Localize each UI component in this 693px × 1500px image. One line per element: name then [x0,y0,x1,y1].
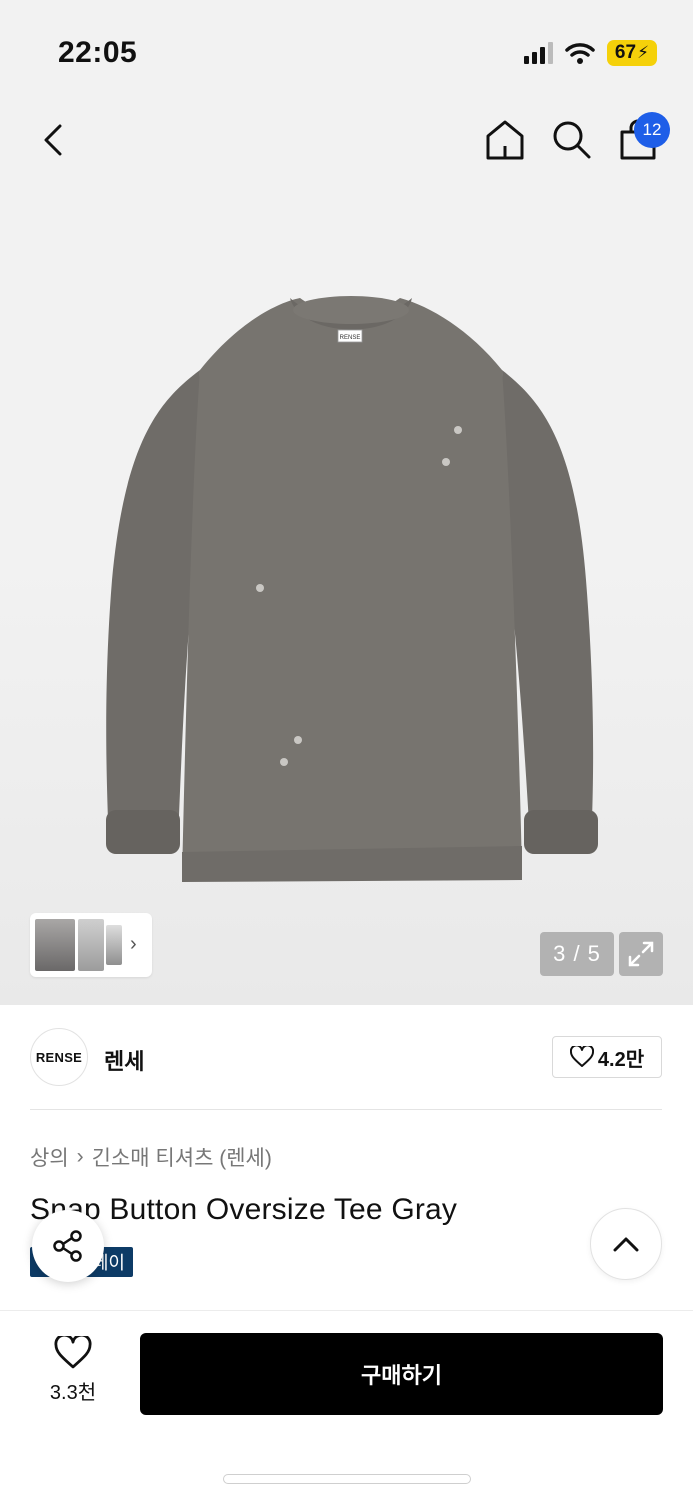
like-button[interactable]: 3.3천 [30,1336,116,1416]
status-time: 22:05 [58,36,138,69]
status-icons: 67 ⚡ [523,40,657,66]
brand-like-count: 4.2만 [597,1048,645,1071]
heart-icon [569,1046,594,1067]
chevron-right-icon: › [130,933,137,955]
cart-count-badge: 12 [634,112,670,148]
scroll-top-button[interactable] [590,1208,662,1280]
divider [30,1109,662,1110]
brand-logo[interactable]: RENSE [30,1028,88,1086]
breadcrumb: 상의 › 긴소매 티셔츠 (렌세) [30,1142,272,1172]
buy-button[interactable]: 구매하기 [140,1333,663,1415]
expand-button[interactable] [619,932,663,976]
brand-name[interactable]: 렌세 [104,1044,144,1076]
battery-level: 67 [614,42,637,63]
battery-charging-icon: 67 ⚡ [606,40,657,66]
like-count: 3.3천 [49,1382,97,1404]
home-indicator [223,1474,471,1484]
back-icon[interactable] [34,118,74,162]
chevron-right-icon: › [76,1145,84,1168]
shirt-brand-label: RENSE [340,335,361,341]
breadcrumb-category[interactable]: 상의 [30,1142,69,1172]
image-counter: 3 / 5 [540,932,614,976]
wifi-icon [565,43,595,64]
home-icon[interactable] [483,118,527,162]
share-button[interactable] [32,1210,104,1282]
thumbnail-strip[interactable]: › [30,913,152,977]
heart-icon [54,1336,92,1369]
thumbnail-image[interactable] [78,919,104,971]
product-photo: RENSE [106,296,598,882]
brand-like-button[interactable]: 4.2만 [552,1036,662,1078]
expand-icon [628,941,654,967]
share-icon [53,1230,82,1262]
breadcrumb-subcategory[interactable]: 긴소매 티셔츠 (렌세) [92,1142,272,1172]
search-icon[interactable] [550,118,594,162]
thumbnail-image[interactable] [106,925,122,965]
chevron-up-icon [613,1237,639,1252]
signal-icon [523,42,553,64]
thumbnail-image[interactable] [35,919,75,971]
